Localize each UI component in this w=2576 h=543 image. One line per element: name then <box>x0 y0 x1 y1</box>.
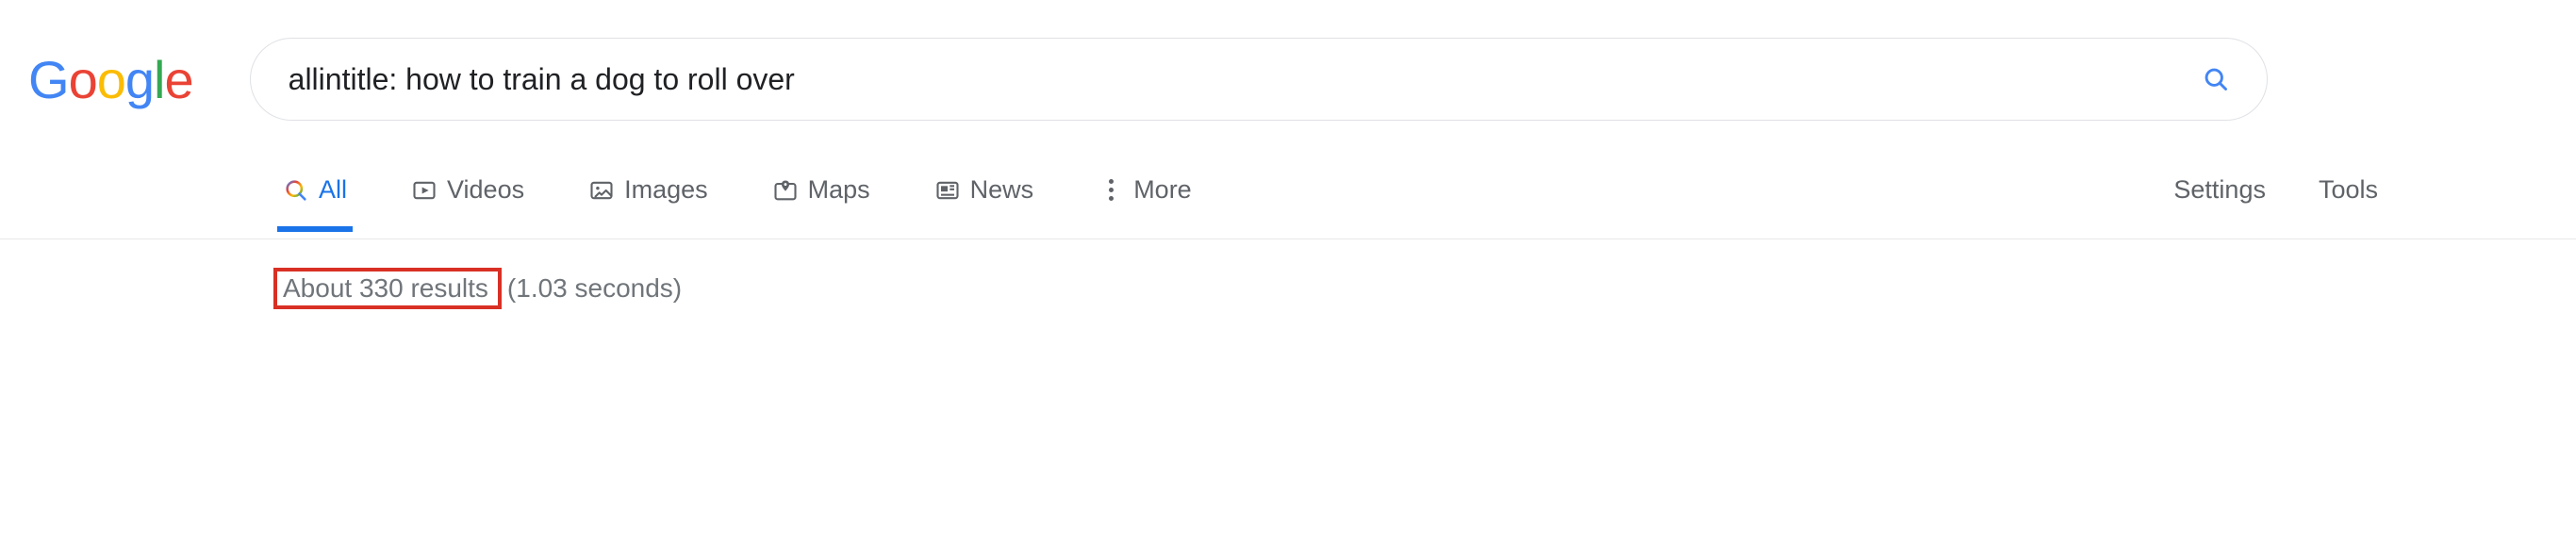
image-icon <box>588 177 615 204</box>
tools-link[interactable]: Tools <box>2319 175 2378 205</box>
tab-label: Images <box>624 175 708 205</box>
tab-all[interactable]: All <box>277 175 353 231</box>
news-icon <box>934 177 961 204</box>
search-icon <box>2203 66 2229 92</box>
tab-images[interactable]: Images <box>583 175 714 231</box>
result-time: (1.03 seconds) <box>507 273 682 304</box>
tab-videos[interactable]: Videos <box>405 175 530 231</box>
tab-label: All <box>319 175 347 205</box>
tab-label: Videos <box>447 175 524 205</box>
search-button[interactable] <box>2193 66 2229 92</box>
search-box <box>250 38 2268 121</box>
tab-maps[interactable]: Maps <box>767 175 876 231</box>
settings-link[interactable]: Settings <box>2173 175 2266 205</box>
tab-label: News <box>970 175 1034 205</box>
tab-label: More <box>1133 175 1192 205</box>
tab-news[interactable]: News <box>929 175 1040 231</box>
result-stats: About 330 results (1.03 seconds) <box>0 239 2576 309</box>
search-input[interactable] <box>289 62 2193 97</box>
more-icon <box>1098 177 1124 204</box>
google-logo[interactable]: Google <box>28 49 193 110</box>
result-count: About 330 results <box>283 273 488 303</box>
tab-label: Maps <box>808 175 870 205</box>
video-icon <box>411 177 438 204</box>
map-icon <box>772 177 799 204</box>
tab-more[interactable]: More <box>1092 175 1197 231</box>
search-icon <box>283 177 309 204</box>
